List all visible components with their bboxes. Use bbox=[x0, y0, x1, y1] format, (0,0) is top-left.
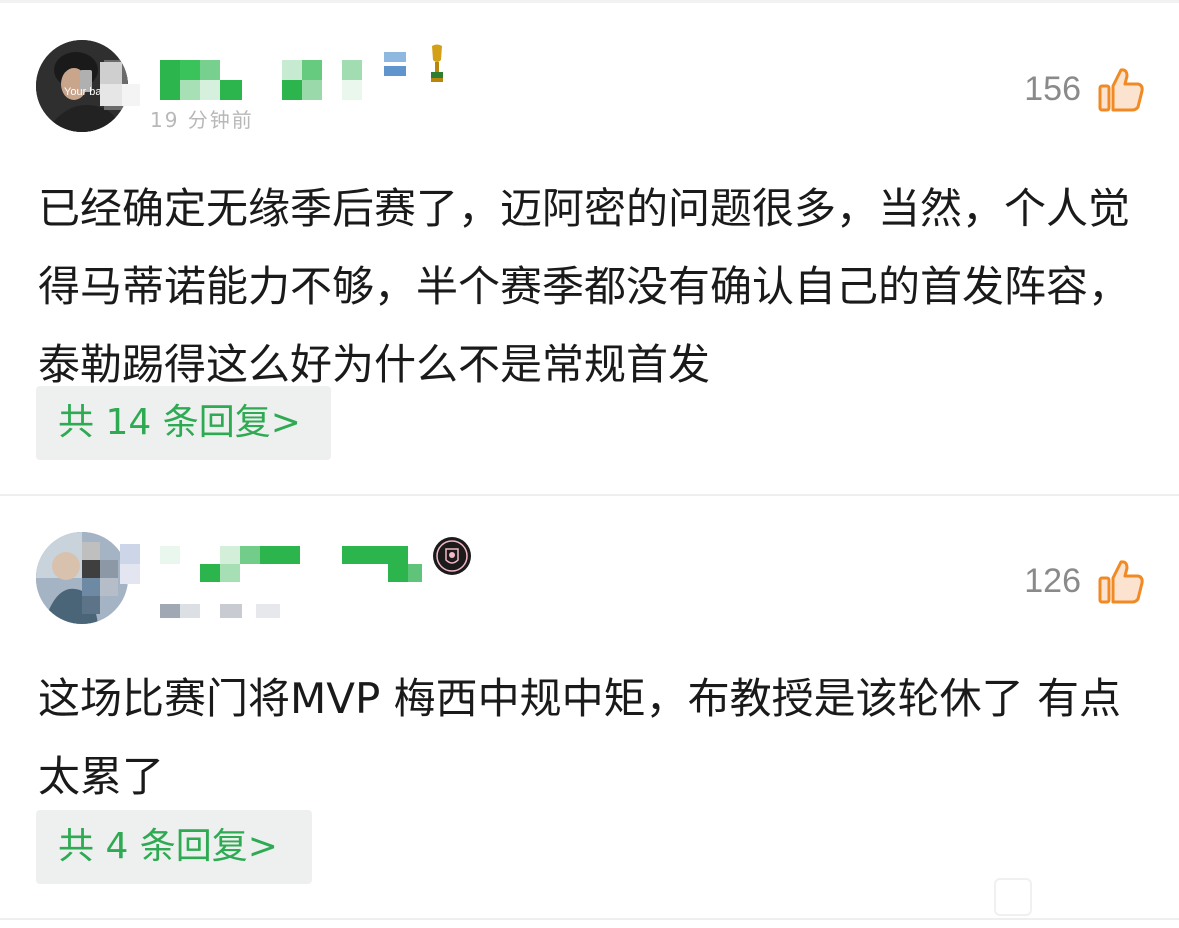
comment-text: 已经确定无缘季后赛了，迈阿密的问题很多，当然，个人觉得马蒂诺能力不够，半个赛季都… bbox=[38, 184, 1131, 389]
comment-item: Your bag. 19 分钟前 156 已经确定无缘季后赛了，迈阿密的问题很多… bbox=[0, 0, 1179, 494]
watermark bbox=[994, 878, 1032, 916]
trophy-icon bbox=[428, 44, 446, 88]
comment-divider bbox=[0, 918, 1179, 920]
like-count: 156 bbox=[1024, 70, 1081, 108]
comment-time: 19 分钟前 bbox=[150, 108, 254, 132]
thumbs-up-icon[interactable] bbox=[1097, 66, 1145, 114]
view-replies-button[interactable]: 共 4 条回复> bbox=[36, 810, 312, 884]
comment-text: 这场比赛门将MVP 梅西中规中矩，布教授是该轮休了 有点太累了 bbox=[38, 674, 1121, 801]
club-crest-icon bbox=[432, 536, 472, 580]
thumbs-up-icon[interactable] bbox=[1097, 558, 1145, 606]
avatar-image bbox=[36, 532, 128, 624]
comment-item: 126 这场比赛门将MVP 梅西中规中矩，布教授是该轮休了 有点太累了 共 4 … bbox=[0, 496, 1179, 916]
like-count: 126 bbox=[1024, 562, 1081, 600]
view-replies-button[interactable]: 共 14 条回复> bbox=[36, 386, 331, 460]
avatar[interactable] bbox=[36, 532, 128, 624]
